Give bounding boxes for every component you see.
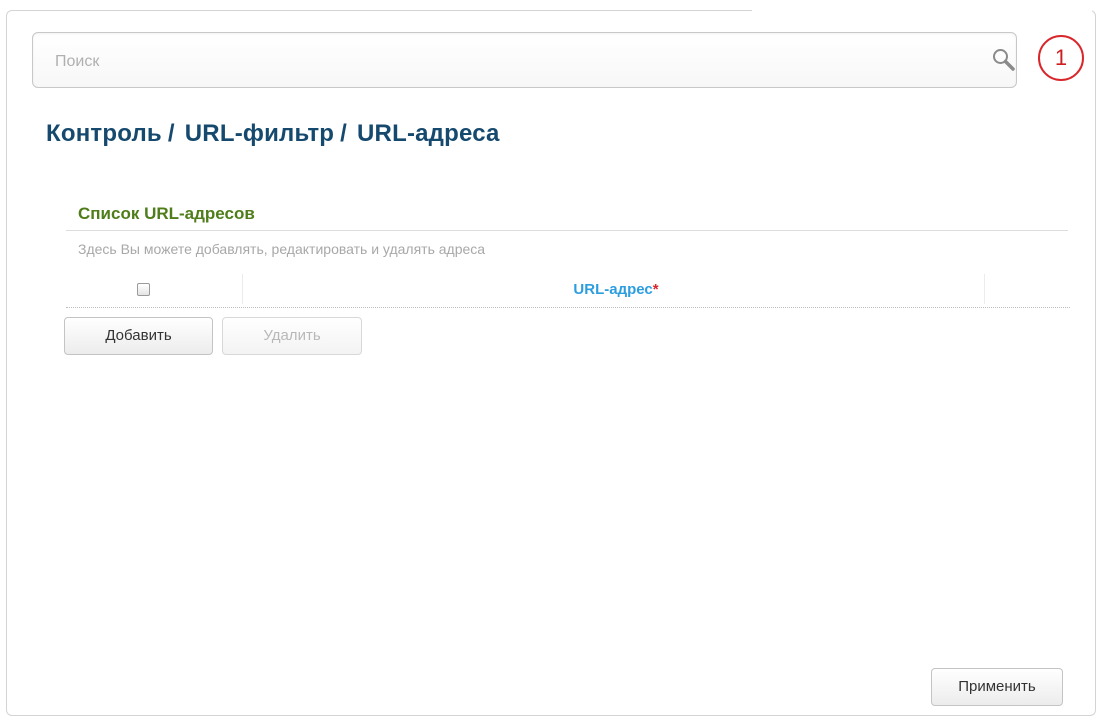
section-divider — [66, 230, 1068, 231]
column-divider — [984, 274, 985, 304]
column-header-url[interactable]: URL-адрес* — [246, 281, 986, 298]
table-header: URL-адрес* — [66, 270, 1070, 308]
delete-button[interactable]: Удалить — [222, 317, 362, 355]
search-bar — [32, 32, 1017, 88]
breadcrumb-item-control[interactable]: Контроль — [46, 120, 162, 147]
section-title: Список URL-адресов — [78, 204, 255, 223]
column-divider — [242, 274, 243, 304]
column-header-url-label: URL-адрес — [573, 281, 653, 298]
breadcrumb: Контроль / URL-фильтр / URL-адреса — [46, 120, 500, 148]
notification-icon[interactable]: 1 — [1036, 33, 1086, 83]
breadcrumb-item-url-filter[interactable]: URL-фильтр — [185, 120, 334, 147]
notification-count: 1 — [1054, 45, 1068, 70]
add-button[interactable]: Добавить — [64, 317, 213, 355]
panel-notch — [752, 0, 1092, 22]
select-all-checkbox[interactable] — [137, 283, 150, 296]
content-panel — [6, 10, 1096, 716]
breadcrumb-separator: / — [167, 120, 175, 147]
search-icon[interactable] — [991, 47, 1017, 73]
apply-button[interactable]: Применить — [931, 668, 1063, 706]
breadcrumb-item-url-addresses: URL-адреса — [357, 120, 500, 147]
search-input[interactable] — [53, 49, 937, 75]
required-mark: * — [652, 281, 659, 298]
breadcrumb-separator: / — [340, 120, 348, 147]
section-description: Здесь Вы можете добавлять, редактировать… — [78, 241, 486, 257]
